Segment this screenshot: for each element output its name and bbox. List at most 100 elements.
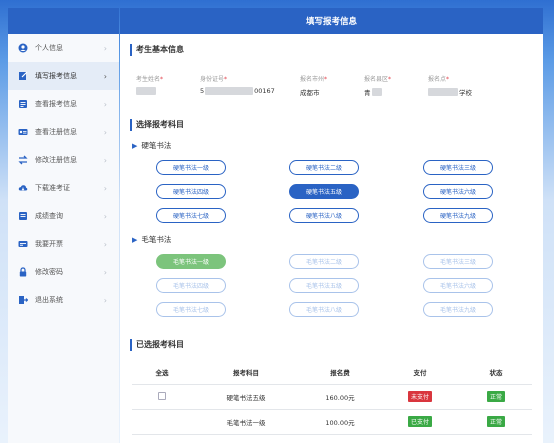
table-row: 硬笔书法五级 160.00元 未支付 正常 — [132, 384, 532, 410]
subject-brush-4[interactable]: 毛笔书法四级 — [156, 278, 226, 293]
triangle-right-icon: ▶ — [132, 235, 138, 244]
sidebar-item-label: 下载准考证 — [35, 184, 70, 192]
subject-hard-pen-5[interactable]: 硬笔书法五级 — [289, 184, 359, 199]
subject-brush-6[interactable]: 毛笔书法六级 — [423, 278, 493, 293]
sidebar-item-label: 退出系统 — [35, 296, 63, 304]
sidebar-item-score-query[interactable]: 成绩查询 › — [8, 202, 119, 230]
subject-brush-2[interactable]: 毛笔书法二级 — [289, 254, 359, 269]
subject-brush-8[interactable]: 毛笔书法八级 — [289, 302, 359, 317]
subject-brush-1[interactable]: 毛笔书法一级 — [156, 254, 226, 269]
chevron-right-icon: › — [103, 71, 107, 81]
score-icon — [18, 211, 28, 221]
user-icon — [18, 43, 28, 53]
status-badge: 正常 — [486, 391, 505, 402]
subject-brush-5[interactable]: 毛笔书法五级 — [289, 278, 359, 293]
row-status-cell: 正常 — [460, 384, 532, 410]
column-header-fee: 报名费 — [300, 360, 380, 385]
sidebar-item-view-account[interactable]: 查看注册信息 › — [8, 118, 119, 146]
status-badge: 正常 — [486, 416, 505, 427]
field-value: 学校 — [428, 87, 472, 97]
swap-icon — [18, 155, 28, 165]
sidebar-item-personal-info[interactable]: 个人信息 › — [8, 34, 119, 62]
subject-brush-9[interactable]: 毛笔书法九级 — [423, 302, 493, 317]
subject-hard-pen-9[interactable]: 硬笔书法九级 — [423, 208, 493, 223]
section-title-selected: 已选报考科目 — [130, 339, 184, 351]
id-card-icon — [18, 127, 28, 137]
row-select-cell — [132, 384, 192, 410]
field-id-number: 身份证号* 5 00167 — [200, 74, 275, 95]
row-fee: 160.00元 — [300, 384, 380, 410]
column-header-payment: 支付 — [380, 360, 460, 385]
table-row: 毛笔书法一级 100.00元 已支付 正常 — [132, 409, 532, 435]
lock-icon — [18, 267, 28, 277]
logout-icon — [18, 295, 28, 305]
chevron-right-icon: › — [103, 155, 107, 165]
chevron-right-icon: › — [103, 99, 107, 109]
edit-icon — [18, 71, 28, 81]
sidebar-item-download-admission[interactable]: 下载准考证 › — [8, 174, 119, 202]
payment-badge: 已支付 — [407, 416, 432, 427]
sidebar-item-change-password[interactable]: 修改密码 › — [8, 258, 119, 286]
subject-hard-pen-1[interactable]: 硬笔书法一级 — [156, 160, 226, 175]
main-panel: 填写报考信息 考生基本信息 考生姓名* 身份证号* 5 00167 报名市州* 成… — [120, 8, 543, 443]
redacted-block — [136, 87, 156, 95]
field-exam-site: 报名点* 学校 — [428, 74, 472, 97]
triangle-right-icon: ▶ — [132, 141, 138, 150]
sidebar-item-label: 查看报考信息 — [35, 100, 77, 108]
row-payment-cell: 已支付 — [380, 409, 460, 435]
row-subject: 硬笔书法五级 — [192, 384, 300, 410]
sidebar-item-view-registration[interactable]: 查看报考信息 › — [8, 90, 119, 118]
field-value: 成都市 — [300, 89, 320, 97]
sidebar-item-fill-registration[interactable]: 填写报考信息 › — [8, 62, 119, 90]
chevron-right-icon: › — [103, 267, 107, 277]
field-label: 报名市州* — [300, 76, 328, 83]
row-checkbox[interactable] — [158, 391, 166, 400]
subject-hard-pen-6[interactable]: 硬笔书法六级 — [423, 184, 493, 199]
group-heading-label: 硬笔书法 — [141, 141, 172, 150]
sidebar-item-invoice[interactable]: 我要开票 › — [8, 230, 119, 258]
chevron-right-icon: › — [103, 127, 107, 137]
column-header-subject: 报考科目 — [192, 360, 300, 385]
column-header-select-all[interactable]: 全选 — [132, 360, 192, 385]
row-subject: 毛笔书法一级 — [192, 409, 300, 435]
row-fee: 100.00元 — [300, 409, 380, 435]
sidebar-header — [8, 8, 119, 34]
field-label: 考生姓名* — [136, 76, 164, 83]
sidebar-item-label: 修改密码 — [35, 268, 63, 276]
document-icon — [18, 99, 28, 109]
subject-hard-pen-4[interactable]: 硬笔书法四级 — [156, 184, 226, 199]
subject-hard-pen-8[interactable]: 硬笔书法八级 — [289, 208, 359, 223]
subject-brush-7[interactable]: 毛笔书法七级 — [156, 302, 226, 317]
field-district: 报名县区* 青 — [364, 74, 391, 97]
selected-subjects-table: 全选 报考科目 报名费 支付 状态 硬笔书法五级 160.00元 未支付 正常 … — [132, 360, 532, 435]
section-title-subjects: 选择报考科目 — [130, 119, 184, 131]
page-title: 填写报考信息 — [120, 8, 543, 34]
sidebar-item-label: 查看注册信息 — [35, 128, 77, 136]
field-label: 报名点* — [428, 76, 450, 83]
group-heading-hard-pen: ▶ 硬笔书法 — [132, 140, 171, 151]
chevron-right-icon: › — [103, 295, 107, 305]
chevron-right-icon: › — [103, 183, 107, 193]
sidebar-item-label: 修改注册信息 — [35, 156, 77, 164]
row-select-cell — [132, 409, 192, 435]
sidebar-item-edit-account[interactable]: 修改注册信息 › — [8, 146, 119, 174]
redacted-block — [371, 88, 382, 96]
redacted-block — [428, 88, 458, 96]
subject-hard-pen-3[interactable]: 硬笔书法三级 — [423, 160, 493, 175]
section-title-basic-info: 考生基本信息 — [130, 44, 184, 56]
sidebar-item-label: 成绩查询 — [35, 212, 63, 220]
field-name: 考生姓名* — [136, 74, 163, 95]
subject-brush-3[interactable]: 毛笔书法三级 — [423, 254, 493, 269]
chevron-right-icon: › — [103, 43, 107, 53]
subject-hard-pen-7[interactable]: 硬笔书法七级 — [156, 208, 226, 223]
subject-hard-pen-2[interactable]: 硬笔书法二级 — [289, 160, 359, 175]
sidebar: 个人信息 › 填写报考信息 › 查看报考信息 › 查看注册信息 › 修改注册信息… — [8, 8, 119, 443]
group-heading-brush: ▶ 毛笔书法 — [132, 234, 171, 245]
redacted-block — [205, 87, 254, 95]
row-payment-cell: 未支付 — [380, 384, 460, 410]
table-header-row: 全选 报考科目 报名费 支付 状态 — [132, 360, 532, 385]
field-value: 5 00167 — [200, 87, 275, 95]
sidebar-item-label: 我要开票 — [35, 240, 63, 248]
sidebar-item-logout[interactable]: 退出系统 › — [8, 286, 119, 314]
column-header-status: 状态 — [460, 360, 532, 385]
